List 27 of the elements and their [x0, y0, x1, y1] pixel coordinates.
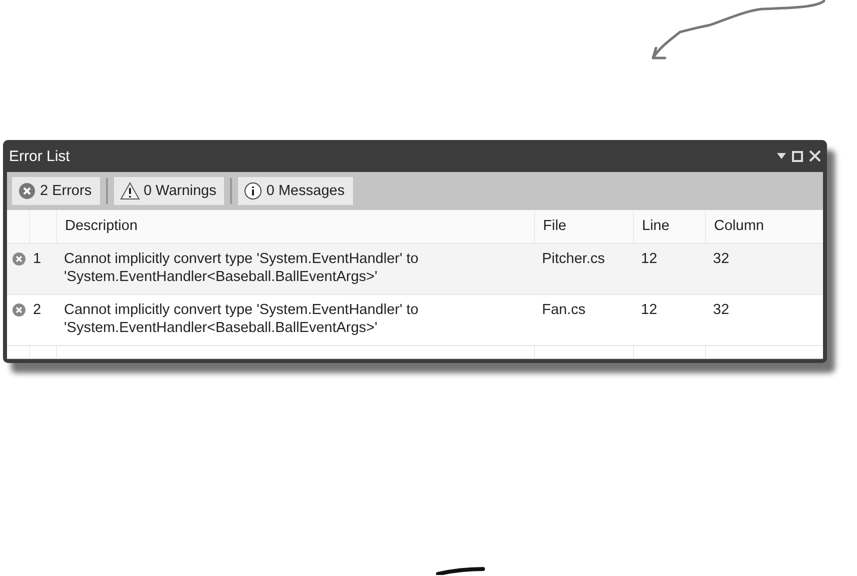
error-icon [12, 303, 26, 317]
line-number: 12 [641, 251, 658, 267]
column-header[interactable]: Column [714, 218, 764, 234]
filter-button[interactable]: 0 Warnings [114, 177, 224, 205]
file-name: Pitcher.cs [542, 251, 605, 267]
row-number: 1 [33, 251, 42, 267]
filter-button[interactable]: 0 Messages [238, 177, 353, 205]
file-name: Fan.cs [542, 302, 586, 318]
error-icon [18, 182, 36, 200]
line-number: 12 [641, 302, 658, 318]
pen-stroke-drawing [436, 567, 486, 575]
window-title: Error List [9, 148, 70, 164]
warning-icon [120, 182, 140, 200]
column-number: 32 [713, 302, 730, 318]
dropdown-icon[interactable] [777, 153, 786, 159]
column-header[interactable]: Description [65, 218, 138, 234]
close-icon[interactable] [809, 150, 821, 162]
column-header[interactable]: File [543, 218, 566, 234]
filter-button[interactable]: 2 Errors [12, 177, 100, 205]
row-number: 2 [33, 302, 42, 318]
maximize-icon[interactable] [792, 150, 803, 162]
column-header[interactable]: Line [642, 218, 670, 234]
error-icon [12, 252, 26, 266]
error-description: Cannot implicitly convert type 'System.EventHandler' to 'System.EventHandler<Baseball.BallEventArgs>' [64, 302, 418, 336]
column-number: 32 [713, 251, 730, 267]
info-icon [244, 182, 262, 200]
error-description: Cannot implicitly convert type 'System.EventHandler' to 'System.EventHandler<Baseball.BallEventArgs>' [64, 251, 418, 285]
